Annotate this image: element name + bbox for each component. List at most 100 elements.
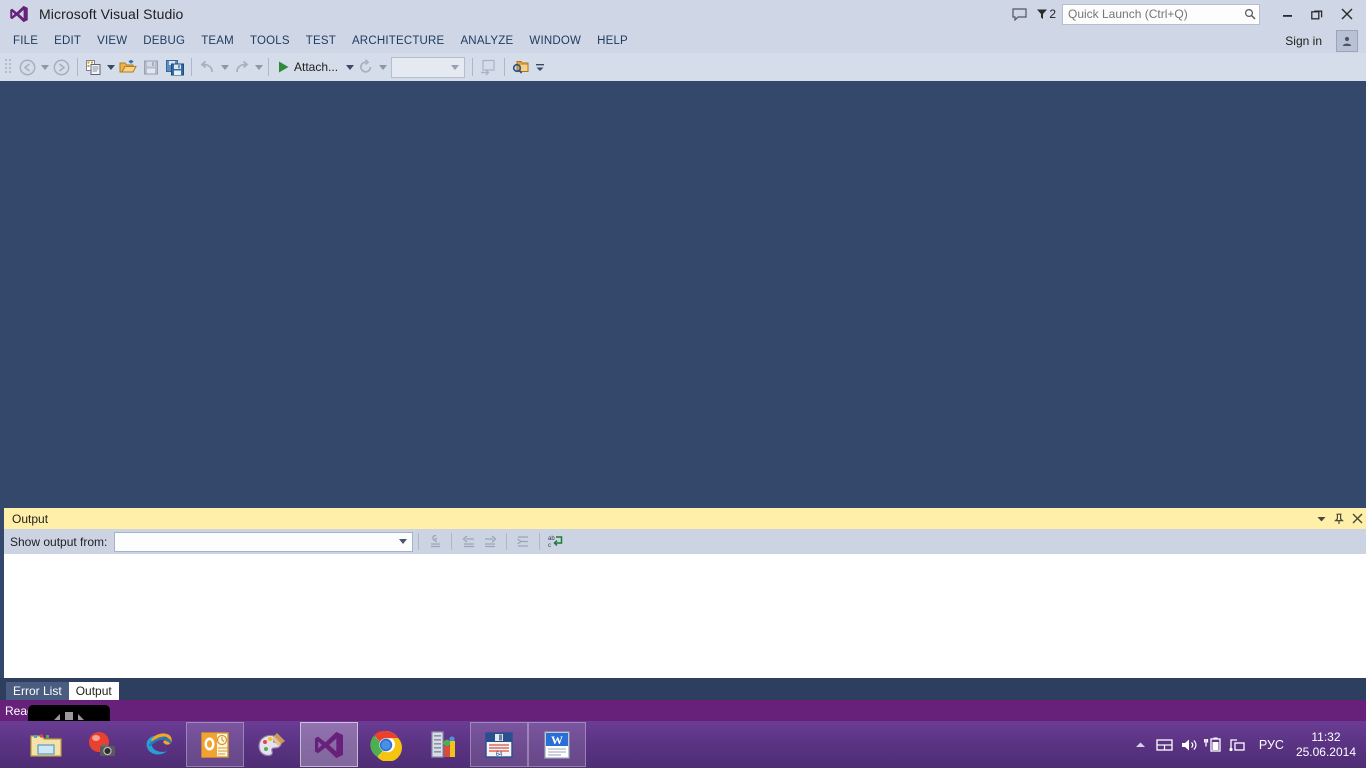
close-icon <box>1352 513 1362 524</box>
toolbar-overflow-button[interactable] <box>535 62 545 72</box>
input-language-indicator[interactable]: РУС <box>1259 738 1284 752</box>
volume-icon[interactable] <box>1177 738 1201 752</box>
output-source-combo[interactable] <box>114 531 414 552</box>
action-center-icon[interactable] <box>1153 738 1177 752</box>
window-menu-button[interactable] <box>1312 508 1330 529</box>
previous-message-button[interactable] <box>457 532 479 552</box>
redo-button[interactable] <box>230 56 253 78</box>
undo-caret-button[interactable] <box>219 64 230 70</box>
save-all-button[interactable] <box>163 56 187 78</box>
minimize-button[interactable] <box>1272 0 1302 28</box>
taskbar-file-explorer-icon[interactable] <box>18 723 74 766</box>
new-item-caret-button[interactable] <box>105 64 116 70</box>
output-panel-header-buttons <box>1312 508 1366 529</box>
toolbar-separator <box>77 58 78 76</box>
close-button[interactable] <box>1348 508 1366 529</box>
new-item-button[interactable] <box>82 56 105 78</box>
save-all-icon <box>166 59 184 75</box>
next-message-icon <box>484 535 497 548</box>
taskbar-internet-explorer-icon[interactable] <box>130 723 186 766</box>
chevron-down-icon <box>399 539 408 544</box>
menu-item-test[interactable]: TEST <box>298 32 344 50</box>
menu-item-analyze[interactable]: ANALYZE <box>452 32 521 50</box>
undo-icon <box>200 60 213 72</box>
go-to-message-icon <box>430 534 440 548</box>
taskbar-floppy-save-icon[interactable]: 64 <box>470 722 528 767</box>
pin-button[interactable] <box>1330 508 1348 529</box>
close-button[interactable] <box>1332 0 1362 28</box>
menu-item-team[interactable]: TEAM <box>193 32 242 50</box>
taskbar-camera-recorder-icon[interactable] <box>74 723 130 766</box>
quick-launch-box[interactable] <box>1062 3 1260 25</box>
find-in-window-icon <box>512 60 529 74</box>
save-button[interactable] <box>140 56 163 78</box>
show-hidden-icons-arrow[interactable] <box>1129 741 1153 749</box>
find-in-window-button[interactable] <box>509 56 533 78</box>
redo-caret-button[interactable] <box>253 64 264 70</box>
clock[interactable]: 11:32 25.06.2014 <box>1296 730 1356 760</box>
output-content-area[interactable] <box>4 554 1366 679</box>
search-input[interactable] <box>1063 6 1241 22</box>
next-message-button[interactable] <box>479 532 501 552</box>
notification-flag-icon <box>1037 9 1048 19</box>
step-into-icon <box>481 59 495 75</box>
tab-error-list[interactable]: Error List <box>6 682 69 700</box>
taskbar-server-tools-icon[interactable] <box>414 723 470 766</box>
menu-item-view[interactable]: VIEW <box>89 32 135 50</box>
sign-in-link[interactable]: Sign in <box>1285 34 1322 48</box>
user-account-icon[interactable] <box>1336 29 1358 52</box>
menu-item-architecture[interactable]: ARCHITECTURE <box>344 32 453 50</box>
drag-grip-icon[interactable] <box>4 58 13 76</box>
magnifier-icon[interactable] <box>1241 8 1259 20</box>
taskbar-microsoft-word-icon[interactable]: W <box>528 722 586 767</box>
taskbar-google-chrome-icon[interactable] <box>358 723 414 766</box>
svg-text:c: c <box>548 543 551 549</box>
restart-circular-arrow-icon <box>360 59 372 73</box>
navigate-back-caret-button[interactable] <box>39 64 50 70</box>
chevron-down-icon <box>451 64 460 70</box>
undo-button[interactable] <box>196 56 219 78</box>
chevron-down-icon <box>220 64 229 70</box>
navigate-back-button[interactable] <box>16 56 39 78</box>
word-wrap-button[interactable]: ab c <box>545 532 567 552</box>
network-icon[interactable] <box>1225 737 1249 752</box>
taskbar-visual-studio-icon[interactable] <box>300 722 358 767</box>
pin-icon <box>1334 513 1344 524</box>
go-to-message-button[interactable] <box>424 532 446 552</box>
taskbar-paint-icon[interactable] <box>244 723 300 766</box>
battery-power-icon[interactable] <box>1201 737 1225 752</box>
svg-text:W: W <box>551 733 563 747</box>
chevron-down-icon <box>1317 516 1325 521</box>
redo-icon <box>236 60 249 72</box>
toolbar-overflow-icon <box>536 64 545 71</box>
navigate-forward-button[interactable] <box>50 56 73 78</box>
tab-output[interactable]: Output <box>68 682 119 700</box>
menu-item-window[interactable]: WINDOW <box>521 32 589 50</box>
feedback-speech-bubble-icon[interactable] <box>1008 0 1030 28</box>
attach-button[interactable]: Attach... <box>273 56 344 78</box>
previous-message-icon <box>462 535 474 548</box>
svg-text:ab: ab <box>548 536 555 542</box>
taskbar-outlook-icon[interactable] <box>186 722 244 767</box>
editor-workspace-empty <box>0 81 1366 508</box>
restart-button[interactable] <box>355 56 377 78</box>
open-file-button[interactable] <box>116 56 140 78</box>
notification-flag-button[interactable]: 2 <box>1036 7 1056 21</box>
menu-item-edit[interactable]: EDIT <box>46 32 89 50</box>
menu-item-help[interactable]: HELP <box>589 32 636 50</box>
title-bar: Microsoft Visual Studio 2 <box>0 0 1366 28</box>
attach-caret-button[interactable] <box>344 64 355 70</box>
menu-item-tools[interactable]: TOOLS <box>242 32 298 50</box>
chevron-down-icon <box>378 64 387 70</box>
step-into-button[interactable] <box>477 56 500 78</box>
menu-item-debug[interactable]: DEBUG <box>135 32 193 50</box>
clear-all-button[interactable] <box>512 532 534 552</box>
output-panel-header: Output <box>4 508 1366 529</box>
solution-configuration-combo[interactable] <box>391 56 466 78</box>
menu-item-file[interactable]: FILE <box>5 32 46 50</box>
menu-bar: FILE EDIT VIEW DEBUG TEAM TOOLS TEST ARC… <box>0 28 1366 53</box>
restore-button[interactable] <box>1302 0 1332 28</box>
status-bar: Ready <box>0 700 1366 721</box>
title-bar-right-cluster: 2 <box>1008 0 1366 28</box>
restart-caret-button[interactable] <box>377 64 388 70</box>
